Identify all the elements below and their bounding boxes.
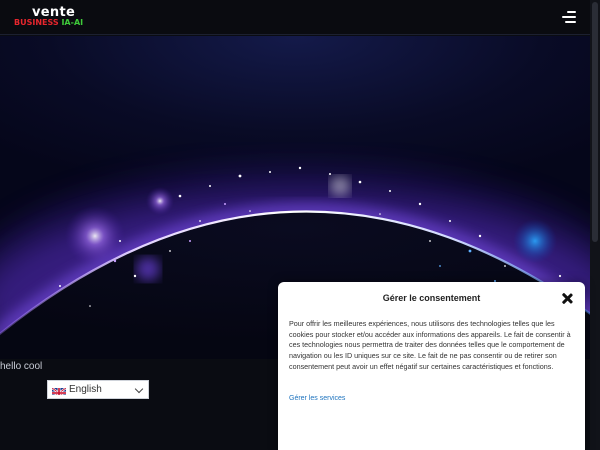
consent-body-text: Pour offrir les meilleures expériences, …	[289, 319, 571, 371]
site-header: vente BUSINESS IA-AI	[0, 0, 590, 35]
manage-services-link[interactable]: Gérer les services	[289, 395, 345, 402]
logo-green-text: IA-AI	[61, 18, 84, 27]
uk-flag-icon	[52, 385, 66, 395]
close-icon[interactable]	[562, 293, 573, 304]
site-logo[interactable]: vente BUSINESS IA-AI	[14, 6, 94, 30]
hamburger-menu-icon[interactable]	[560, 9, 576, 25]
chevron-down-icon	[134, 384, 144, 394]
hello-text: hello cool	[0, 361, 43, 372]
scrollbar-thumb[interactable]	[592, 2, 598, 242]
consent-title: Gérer le consentement	[382, 293, 481, 303]
cookie-consent-dialog: Gérer le consentement Pour offrir les me…	[278, 282, 585, 450]
language-selected-label: English	[69, 384, 102, 395]
logo-red-text: BUSINESS	[14, 18, 59, 27]
page-scrollbar[interactable]	[590, 0, 600, 450]
logo-bottom-text: BUSINESS IA-AI	[14, 18, 83, 27]
language-select[interactable]: English	[47, 380, 149, 399]
page: vente BUSINESS IA-AI hello cool English …	[0, 0, 600, 450]
